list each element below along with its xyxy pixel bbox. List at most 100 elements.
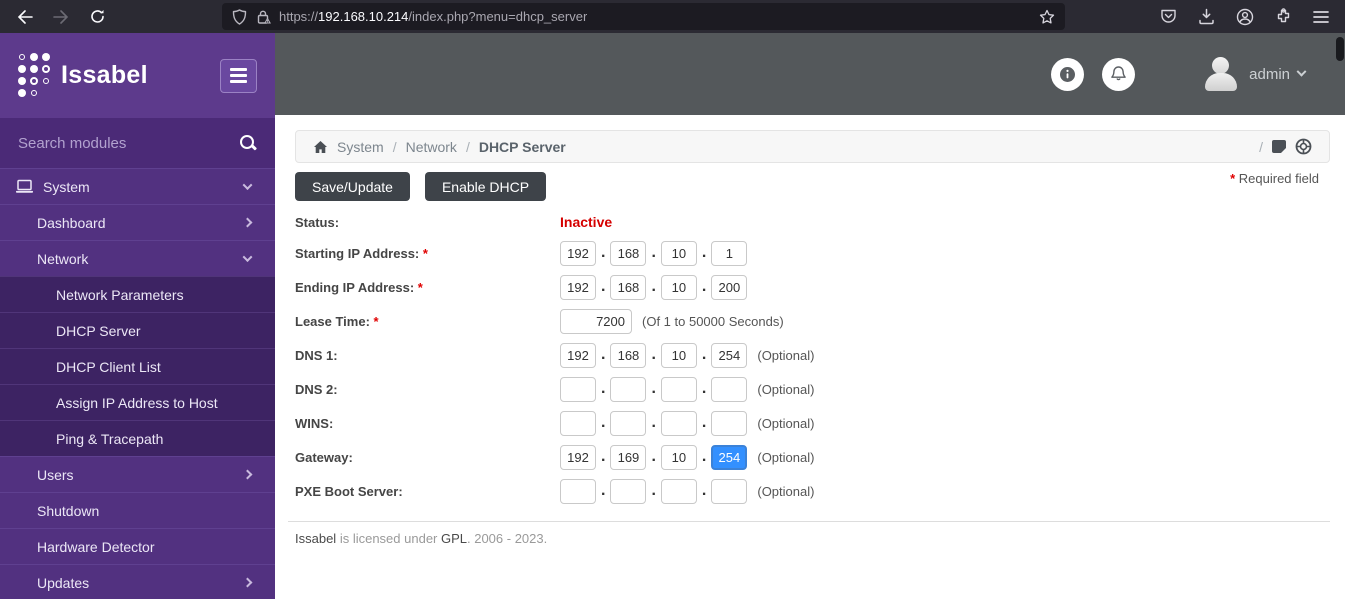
refresh-icon[interactable] [88, 8, 106, 26]
pxe-boot-server-octet-3[interactable] [661, 479, 697, 504]
sidebar-item-label: Users [37, 467, 74, 483]
ip-dot: . [651, 482, 655, 500]
ip-dot: . [651, 244, 655, 262]
wins-octet-3[interactable] [661, 411, 697, 436]
ip-dot: . [601, 414, 605, 432]
form-row-dns-1: DNS 1:...(Optional) [295, 338, 1330, 372]
address-bar[interactable]: https://192.168.10.214/index.php?menu=dh… [222, 3, 1065, 30]
starting-ip-address-octet-2[interactable] [610, 241, 646, 266]
sidebar-item-ping-tracepath[interactable]: Ping & Tracepath [0, 420, 275, 456]
chevron-down-icon [243, 180, 253, 190]
brand-name: Issabel [61, 61, 148, 90]
breadcrumb-item-network[interactable]: Network [406, 139, 457, 155]
ending-ip-address-octet-3[interactable] [661, 275, 697, 300]
extensions-icon[interactable] [1275, 8, 1292, 25]
form-row-dns-2: DNS 2:...(Optional) [295, 372, 1330, 406]
sidebar-item-hardware-detector[interactable]: Hardware Detector [0, 528, 275, 564]
search-input[interactable] [18, 135, 239, 152]
back-icon[interactable] [16, 8, 34, 26]
lock-warning-icon[interactable] [256, 9, 271, 25]
help-buoy-icon[interactable] [1295, 138, 1312, 155]
dns-2-octet-1[interactable] [560, 377, 596, 402]
avatar[interactable] [1203, 56, 1239, 92]
chevron-down-icon[interactable] [1297, 66, 1307, 76]
download-icon[interactable] [1198, 8, 1215, 25]
dns-2-octet-3[interactable] [661, 377, 697, 402]
home-icon[interactable] [313, 140, 328, 154]
sidebar-item-network[interactable]: Network [0, 240, 275, 276]
pxe-boot-server-octet-1[interactable] [560, 479, 596, 504]
shield-icon[interactable] [232, 9, 247, 25]
lease-time-input[interactable] [560, 309, 632, 334]
dns-2-octet-4[interactable] [711, 377, 747, 402]
monitor-icon [16, 179, 33, 194]
sidebar-item-shutdown[interactable]: Shutdown [0, 492, 275, 528]
starting-ip-address-octet-3[interactable] [661, 241, 697, 266]
dns-1-octet-3[interactable] [661, 343, 697, 368]
ip-dot: . [702, 448, 706, 466]
scrollbar-thumb[interactable] [1336, 37, 1344, 61]
note-icon[interactable] [1272, 140, 1286, 153]
gateway-octet-4[interactable] [711, 445, 747, 470]
sidebar-item-dhcp-client-list[interactable]: DHCP Client List [0, 348, 275, 384]
breadcrumb-item-dhcp-server: DHCP Server [479, 139, 566, 155]
bookmark-star-icon[interactable] [1039, 9, 1055, 25]
ending-ip-address-octet-1[interactable] [560, 275, 596, 300]
dns-1-octet-4[interactable] [711, 343, 747, 368]
starting-ip-address-octet-4[interactable] [711, 241, 747, 266]
starting-ip-address-octet-1[interactable] [560, 241, 596, 266]
ending-ip-address-octet-4[interactable] [711, 275, 747, 300]
sidebar-item-assign-ip-address-to-host[interactable]: Assign IP Address to Host [0, 384, 275, 420]
gateway-octet-2[interactable] [610, 445, 646, 470]
ending-ip-address-octet-2[interactable] [610, 275, 646, 300]
field-label-dns-2: DNS 2: [295, 382, 560, 397]
breadcrumb-item-system[interactable]: System [337, 139, 384, 155]
gateway-octet-1[interactable] [560, 445, 596, 470]
ip-dot: . [651, 448, 655, 466]
sidebar-item-label: Dashboard [37, 215, 106, 231]
wins-octet-1[interactable] [560, 411, 596, 436]
gateway-octet-3[interactable] [661, 445, 697, 470]
form-row-ending-ip-address: Ending IP Address: *... [295, 270, 1330, 304]
sidebar-item-dhcp-server[interactable]: DHCP Server [0, 312, 275, 348]
user-menu[interactable]: admin [1249, 66, 1290, 83]
sidebar-toggle-button[interactable] [220, 59, 257, 93]
sidebar-item-label: System [43, 179, 90, 195]
forward-icon[interactable] [52, 8, 70, 26]
chevron-right-icon [243, 470, 253, 480]
enable-dhcp-button[interactable]: Enable DHCP [425, 172, 546, 201]
wins-note: (Optional) [757, 416, 814, 431]
dns-1-octet-1[interactable] [560, 343, 596, 368]
form-row-wins: WINS:...(Optional) [295, 406, 1330, 440]
info-icon [1059, 66, 1076, 83]
sidebar-item-system[interactable]: System [0, 168, 275, 204]
ending-ip-address-ip-group: ... [560, 275, 747, 300]
field-label-starting-ip-address: Starting IP Address: * [295, 246, 560, 261]
dhcp-form: Status:Inactive Starting IP Address: *...… [295, 208, 1330, 508]
ip-dot: . [702, 244, 706, 262]
field-label-lease-time: Lease Time: * [295, 314, 560, 329]
account-icon[interactable] [1236, 8, 1254, 26]
status-value: Inactive [560, 214, 612, 230]
wins-octet-2[interactable] [610, 411, 646, 436]
ip-dot: . [601, 482, 605, 500]
menu-icon[interactable] [1313, 10, 1329, 24]
form-row-status: Status:Inactive [295, 208, 1330, 236]
pxe-boot-server-octet-4[interactable] [711, 479, 747, 504]
url-text[interactable]: https://192.168.10.214/index.php?menu=dh… [279, 9, 587, 24]
wins-octet-4[interactable] [711, 411, 747, 436]
sidebar-item-label: DHCP Client List [56, 359, 161, 375]
search-icon[interactable] [239, 134, 257, 152]
sidebar-item-users[interactable]: Users [0, 456, 275, 492]
sidebar-item-dashboard[interactable]: Dashboard [0, 204, 275, 240]
dns-1-octet-2[interactable] [610, 343, 646, 368]
sidebar-item-network-parameters[interactable]: Network Parameters [0, 276, 275, 312]
notifications-button[interactable] [1102, 58, 1135, 91]
info-button[interactable] [1051, 58, 1084, 91]
sidebar-item-updates[interactable]: Updates [0, 564, 275, 599]
save-update-button[interactable]: Save/Update [295, 172, 410, 201]
pocket-icon[interactable] [1160, 8, 1177, 25]
pxe-boot-server-octet-2[interactable] [610, 479, 646, 504]
form-row-lease-time: Lease Time: *(Of 1 to 50000 Seconds) [295, 304, 1330, 338]
dns-2-octet-2[interactable] [610, 377, 646, 402]
